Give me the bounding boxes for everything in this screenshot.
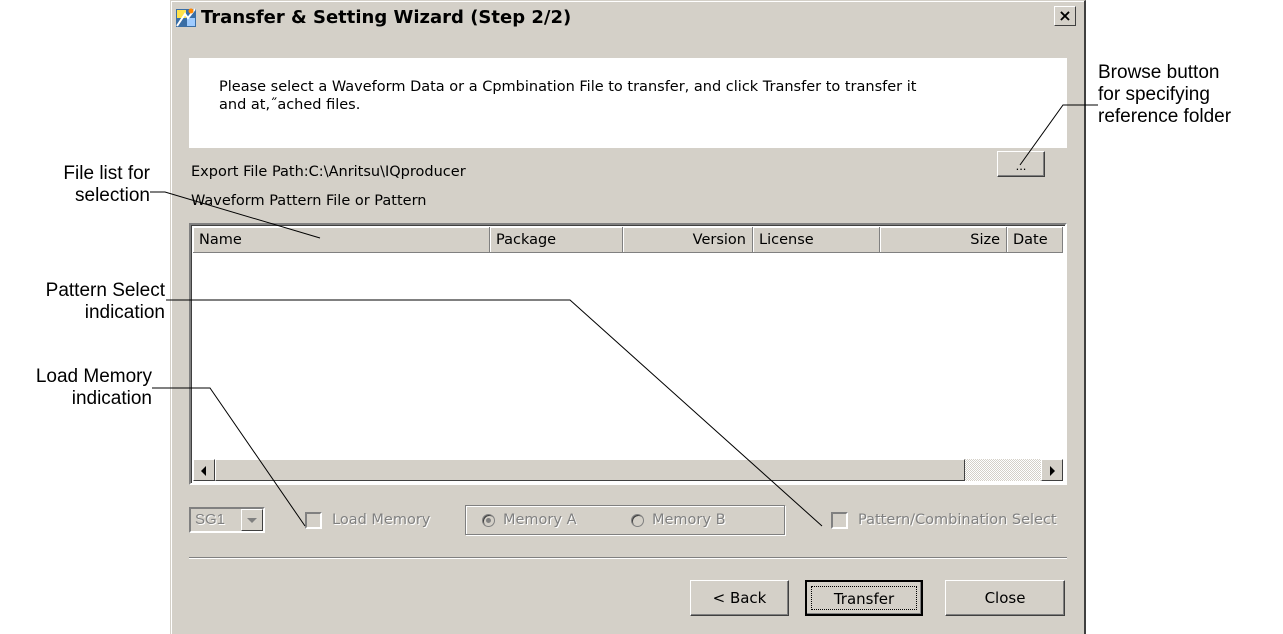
load-memory-checkbox[interactable] [305, 512, 322, 529]
memory-radio-group: Memory A Memory B [465, 505, 785, 535]
annotation-pattern-select: Pattern Select indication [45, 280, 165, 323]
column-header-version[interactable]: Version [623, 227, 753, 253]
column-header-license[interactable]: License [753, 227, 880, 253]
column-header-size[interactable]: Size [880, 227, 1007, 253]
list-label: Waveform Pattern File or Pattern [191, 193, 427, 209]
wizard-app-icon [175, 6, 197, 28]
memory-b-radio[interactable] [631, 514, 644, 527]
list-header: Name Package Version License Size Date [193, 227, 1063, 253]
memory-b-label: Memory B [652, 512, 726, 528]
wizard-dialog: Transfer & Setting Wizard (Step 2/2) × P… [170, 0, 1086, 634]
scroll-thumb[interactable] [215, 459, 965, 481]
back-button[interactable]: < Back [690, 580, 789, 616]
memory-a-label: Memory A [503, 512, 577, 528]
scroll-left-icon[interactable] [193, 459, 215, 481]
horizontal-scrollbar[interactable] [193, 459, 1063, 481]
transfer-focus-rect: Transfer [811, 586, 917, 610]
sg-select-value: SG1 [195, 511, 226, 528]
scroll-track[interactable] [965, 459, 1041, 481]
column-header-date[interactable]: Date [1007, 227, 1063, 253]
pattern-select-checkbox[interactable] [831, 512, 848, 529]
load-memory-label: Load Memory [332, 512, 431, 528]
transfer-button[interactable]: Transfer [805, 580, 923, 616]
separator [189, 557, 1067, 559]
annotation-browse-button: Browse button for specifying reference f… [1098, 62, 1232, 127]
browse-button[interactable]: ... [997, 151, 1045, 177]
memory-a-radio[interactable] [482, 514, 495, 527]
window-title: Transfer & Setting Wizard (Step 2/2) [201, 6, 572, 28]
dropdown-arrow-icon[interactable] [241, 509, 263, 531]
sg-select[interactable]: SG1 [189, 507, 265, 533]
scroll-right-icon[interactable] [1041, 459, 1063, 481]
close-button[interactable]: Close [945, 580, 1065, 616]
file-list[interactable]: Name Package Version License Size Date [189, 223, 1067, 485]
instruction-text: Please select a Waveform Data or a Cpmbi… [219, 79, 917, 113]
instruction-panel: Please select a Waveform Data or a Cpmbi… [189, 58, 1067, 148]
column-header-package[interactable]: Package [490, 227, 623, 253]
close-icon[interactable]: × [1054, 6, 1076, 26]
annotation-file-list: File list for selection [63, 163, 150, 206]
title-bar[interactable]: Transfer & Setting Wizard (Step 2/2) × [173, 3, 1082, 31]
pattern-select-label: Pattern/Combination Select [858, 512, 1057, 528]
annotation-load-memory: Load Memory indication [35, 366, 152, 409]
export-path-label: Export File Path:C:\Anritsu\IQproducer [191, 164, 466, 180]
column-header-name[interactable]: Name [193, 227, 490, 253]
